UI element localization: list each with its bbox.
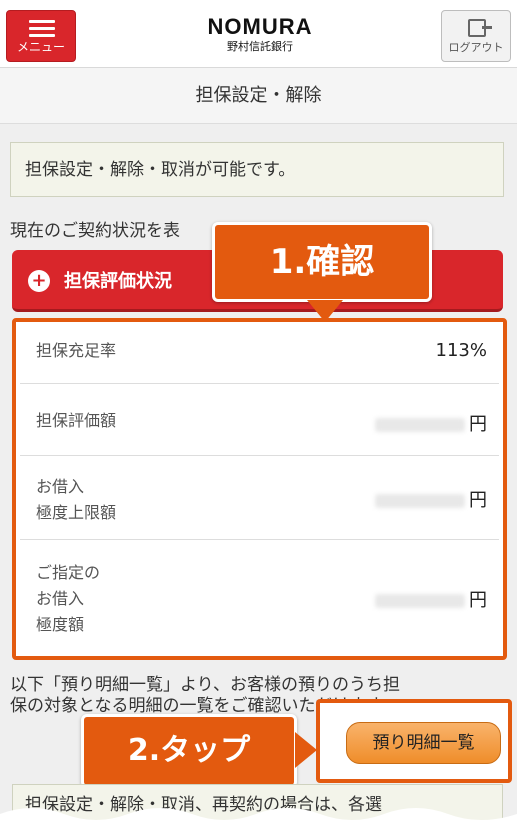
app-header: メニュー NOMURA 野村信託銀行 ログアウト [0, 0, 517, 68]
row-label-line3: 極度額 [36, 615, 85, 634]
contract-status-text: 現在のご契約状況を表 [10, 221, 180, 241]
logout-icon [468, 19, 492, 37]
description-line: 以下「預り明細一覧」より、お客様の預りのうち担 [10, 675, 400, 695]
row-label: 担保評価額 [36, 411, 117, 430]
masked-amount [375, 494, 465, 508]
menu-label: メニュー [16, 40, 65, 54]
collateral-table: 担保充足率 113% 担保評価額 円 お借入 極度上限額 円 ご指定の お借入 … [12, 318, 507, 660]
row-value: 円 [375, 410, 487, 436]
tap-callout-pointer [295, 732, 317, 768]
collateral-status-label: 担保評価状況 [64, 271, 172, 292]
torn-edge [0, 808, 517, 830]
tap-callout: 2.タップ [81, 714, 297, 788]
deposit-details-button[interactable]: 預り明細一覧 [346, 722, 501, 764]
row-label: ご指定の [36, 563, 101, 582]
row-value: 円 [375, 486, 487, 512]
logout-button[interactable]: ログアウト [441, 10, 511, 62]
table-row: 担保評価額 円 [20, 384, 499, 456]
row-label: 担保充足率 [36, 341, 117, 360]
confirm-callout: 1.確認 [212, 222, 432, 302]
row-label-line2: 極度上限額 [36, 503, 117, 522]
masked-amount [375, 418, 465, 432]
row-unit: 円 [469, 490, 487, 511]
row-unit: 円 [469, 414, 487, 435]
logo-subtext: 野村信託銀行 [227, 40, 293, 53]
plus-icon: + [28, 270, 50, 292]
logout-label: ログアウト [448, 41, 504, 54]
row-value: 円 [375, 586, 487, 612]
masked-amount [375, 594, 465, 608]
page-title: 担保設定・解除 [0, 68, 517, 124]
nomura-logo: NOMURA 野村信託銀行 [190, 14, 330, 54]
table-row: 担保充足率 113% [20, 322, 499, 384]
row-label: お借入 [36, 477, 85, 496]
notice-box: 担保設定・解除・取消が可能です。 [10, 142, 504, 197]
table-row: お借入 極度上限額 円 [20, 456, 499, 540]
table-row: ご指定の お借入 極度額 円 [20, 540, 499, 656]
logo-text: NOMURA [207, 14, 313, 39]
menu-button[interactable]: メニュー [6, 10, 76, 62]
row-unit: 円 [469, 590, 487, 611]
row-label-line2: お借入 [36, 589, 85, 608]
row-value: 113% [435, 340, 487, 361]
